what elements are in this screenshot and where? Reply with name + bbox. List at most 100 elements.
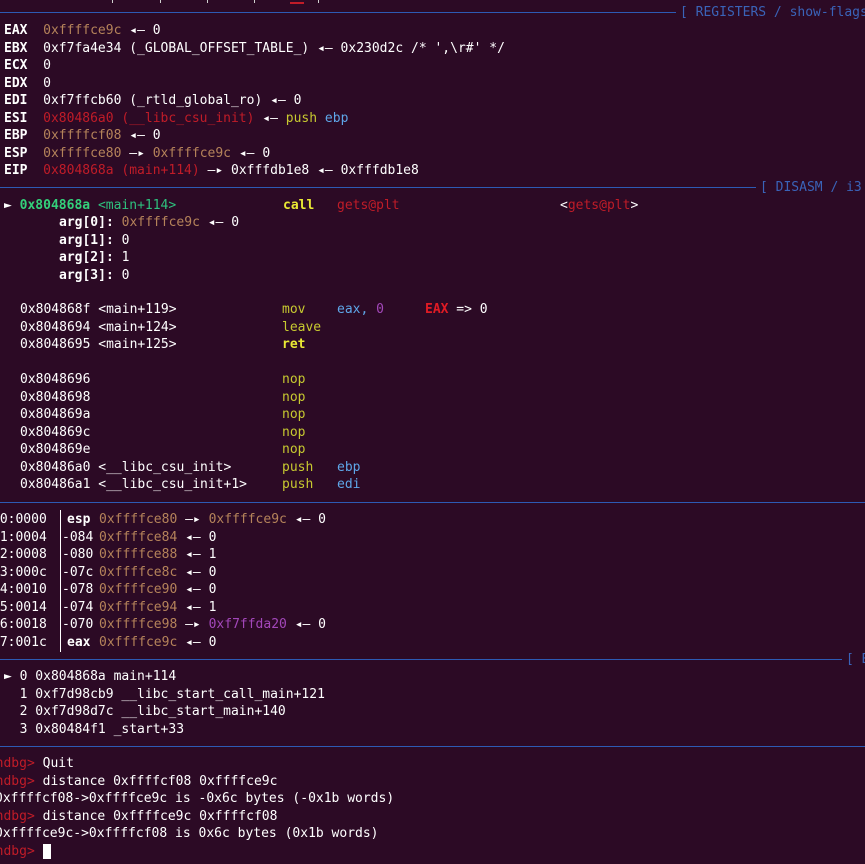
stack-address: 0xffffce90 <box>99 582 178 597</box>
disasm-line: 0x8048695 <main+125> ret <box>20 336 305 353</box>
register-value: 0xffffce9c <box>152 145 232 161</box>
register-value: 0x804868a (main+114) <box>43 163 200 178</box>
disasm-line: 0x804868f <main+119> mov eax, 0 EAX => 0 <box>20 301 488 318</box>
instruction-symbol: <main+114> <box>97 198 177 213</box>
stack-entry: 0xffffce9c ◂— 0 <box>99 634 216 651</box>
backtrace-header: [ B <box>846 652 865 667</box>
stack-address: 0xffffce8c <box>99 564 178 580</box>
stack-entry: 0xffffce98 —▸ 0xf7ffda20 ◂— 0 <box>99 616 326 633</box>
argument-label: arg[0]: <box>59 215 114 230</box>
stack-offset: -070 <box>62 617 94 632</box>
stack-address: 0xffffce84 <box>99 529 178 545</box>
console-line: pwndbg> distance 0xffffcf08 0xffffce9c <box>0 773 277 790</box>
frame-text: 3 0x80484f1 _start+33 <box>11 721 185 737</box>
register-name: EIP <box>4 163 28 178</box>
operand-register: eax, <box>337 302 377 317</box>
register-row: EBX 0xf7fa4e34 (_GLOBAL_OFFSET_TABLE_) ◂… <box>4 40 505 57</box>
console-rule <box>0 746 865 747</box>
disasm-header: [ DISASM / i3 <box>760 180 862 195</box>
instruction-symbol: <main+119> <box>98 302 177 317</box>
stack-offset: -078 <box>62 582 94 597</box>
stack-row: 01:0004 -084 0xffffce84 ◂— 0 <box>0 529 216 546</box>
stack-row: 03:000c -07c 0xffffce8c ◂— 0 <box>0 564 216 581</box>
console-text: Quit <box>34 756 74 771</box>
register-name: ESI <box>4 110 28 126</box>
bracket: < <box>560 198 568 213</box>
text-cursor[interactable] <box>42 843 51 859</box>
stack-index: 01:0004 <box>0 529 47 545</box>
stack-value: ◂— 1 <box>177 547 217 562</box>
register-name: EDI <box>4 93 28 108</box>
stack-entry: 0xffffce94 ◂— 1 <box>99 599 216 616</box>
disasm-line: 0x804869e nop <box>20 441 305 458</box>
disasm-line: 0x8048696 nop <box>20 371 305 388</box>
argument-label: arg[2]: <box>59 250 114 265</box>
registers-header: [ REGISTERS / show-flags <box>680 5 865 20</box>
instruction-address: 0x804868a <box>19 198 91 213</box>
current-marker-icon: ► <box>4 198 12 213</box>
stack-value: ◂— 1 <box>177 599 217 615</box>
console-text: distance 0xffffcf08 0xffffce9c <box>34 773 278 789</box>
stack-entry: 0xffffce8c ◂— 0 <box>99 564 216 581</box>
tab-divider <box>318 0 319 3</box>
bracket: > <box>630 198 639 213</box>
call-target: <gets@plt> <box>560 197 638 214</box>
stack-address: 0xffffce9c <box>99 634 178 650</box>
pointer-arrow: —▸ <box>177 617 209 632</box>
stack-entry: 0xffffce84 ◂— 0 <box>99 529 216 546</box>
register-name: EDX <box>4 75 28 91</box>
register-value: ◂— 0 <box>121 23 161 38</box>
instruction-mnemonic: nop <box>282 442 306 457</box>
register-name: EBX <box>4 40 28 56</box>
argument-value: 0xffffce9c <box>121 215 200 230</box>
instruction-mnemonic: push <box>282 459 314 475</box>
register-name: EBP <box>4 128 28 143</box>
register-name: EAX <box>4 23 28 38</box>
stack-entry: 0xffffce90 ◂— 0 <box>99 581 216 598</box>
register-value: ebp <box>324 110 349 126</box>
register-name: ECX <box>4 58 28 73</box>
tab-divider <box>160 0 161 3</box>
register-row: EAX 0xffffce9c ◂— 0 <box>4 22 161 39</box>
stack-index: 00:0000 <box>0 512 47 527</box>
instruction-address: 0x8048694 <box>20 319 91 335</box>
instruction-address: 0x80486a1 <box>20 477 91 492</box>
frame-text: 1 0xf7d98cb9 __libc_start_call_main+121 <box>11 686 325 702</box>
register-name: ESP <box>4 145 28 161</box>
register-value: —▸ <box>121 145 153 161</box>
disasm-line: 0x804869a nop <box>20 406 305 423</box>
register-row: ECX 0 <box>4 57 51 74</box>
stack-address: 0xffffce98 <box>99 617 178 632</box>
register-row: EDI 0xf7ffcb60 (_rtld_global_ro) ◂— 0 <box>4 92 301 109</box>
register-row: ESI 0x80486a0 (__libc_csu_init) ◂— push … <box>4 110 348 127</box>
instruction-mnemonic: nop <box>282 424 306 440</box>
console-text: 0xffffce9c->0xffffcf08 is 0x6c bytes (0x… <box>0 826 379 841</box>
register-value: —▸ 0xfffdb1e8 ◂— 0xfffdb1e8 <box>199 163 419 178</box>
instruction-address: 0x80486a0 <box>20 459 91 475</box>
stack-value: ◂— 0 <box>286 512 327 527</box>
instruction-mnemonic: nop <box>282 407 306 422</box>
backtrace-frame: 3 0x80484f1 _start+33 <box>4 721 184 738</box>
stack-row: 00:0000 esp 0xffffce80 —▸ 0xffffce9c ◂— 0 <box>0 511 326 528</box>
register-value: 0xffffce9c <box>43 23 122 38</box>
argument-rest: ◂— 0 <box>199 215 240 230</box>
stack-index: 05:0014 <box>0 599 47 615</box>
instruction-operand: gets@plt <box>337 198 400 213</box>
call-argument: arg[1]: 0 <box>59 232 129 249</box>
stack-row: 04:0010 -078 0xffffce90 ◂— 0 <box>0 581 216 598</box>
stack-value: ◂— 0 <box>177 582 217 597</box>
call-target-name: gets@plt <box>567 198 631 213</box>
annotation-value: => 0 <box>448 302 488 317</box>
argument-rest: 0 <box>113 267 130 283</box>
console-prompt: pwndbg> <box>0 756 35 771</box>
stack-index: 04:0010 <box>0 582 47 597</box>
registers-header-rule <box>0 12 676 13</box>
